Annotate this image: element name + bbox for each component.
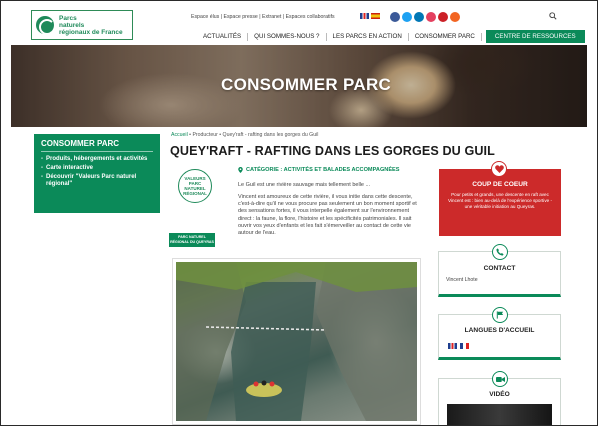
flag-icon [492,307,508,323]
browser-viewport: Parcs naturels régionaux de France Espac… [0,0,598,426]
sidebar-item-label: Produits, hébergements et activités [46,156,148,162]
logo-text: Parcs naturels régionaux de France [59,15,123,36]
breadcrumb-current: Quey'raft - rafting dans les gorges du G… [222,132,319,138]
video-title: VIDÉO [489,391,510,398]
banner-title: CONSOMMER PARC [221,75,392,94]
nav-qui-sommes-nous[interactable]: QUI SOMMES-NOUS ? [248,32,327,41]
video-thumbnail[interactable] [447,404,552,425]
map-pin-icon [238,167,243,173]
nav-consommer-parc[interactable]: CONSOMMER PARC [409,32,482,41]
breadcrumb: Accueil • Producteur • Quey'raft - rafti… [171,132,318,138]
contact-card: CONTACT Vincent Lhote [438,244,561,297]
site-logo[interactable]: Parcs naturels régionaux de France [31,10,133,40]
video-camera-icon [492,371,508,387]
category-line: CATÉGORIE : ACTIVITÉS ET BALADES ACCOMPA… [238,167,400,173]
intro-text: Le Guil est une rivière sauvage mais tel… [238,182,371,188]
badge-line-4: RÉGIONAL [183,191,207,196]
sidebar-item-valeurs[interactable]: - Découvrir "Valeurs Parc naturel région… [41,174,153,188]
rafting-photo [173,259,420,424]
france-flag-icon [460,343,469,349]
contact-name: Vincent Lhote [446,277,478,283]
langues-card: LANGUES D'ACCUEIL [438,307,561,360]
top-links[interactable]: Espace élus | Espace presse | Extranet |… [191,14,335,20]
site-header: Parcs naturels régionaux de France Espac… [1,1,597,45]
description-text: Vincent est amoureux de cette rivière, i… [238,194,417,237]
langues-flags [448,343,560,349]
sidebar-item-label: Découvrir "Valeurs Parc naturel régional… [46,174,137,187]
coup-de-coeur-card: COUP DE COEUR Pour petits et grands, une… [439,161,561,236]
social-links [390,12,460,22]
langues-title: LANGUES D'ACCUEIL [464,327,535,334]
contact-title: CONTACT [483,265,516,272]
sidebar-item-label: Carte interactive [46,165,94,171]
badge-caption: PARC NATUREL RÉGIONAL DU QUEYRAS [169,233,215,247]
logo-line-1: Parcs [59,14,77,22]
nav-actualites[interactable]: ACTUALITÉS [197,32,249,41]
sidebar-title: CONSOMMER PARC [41,139,153,152]
sidebar-item-carte[interactable]: - Carte interactive [41,165,153,172]
breadcrumb-section[interactable]: Producteur [192,132,217,138]
sidebar-item-produits[interactable]: - Produits, hébergements et activités [41,156,153,163]
coup-de-coeur-title: COUP DE COEUR [472,181,528,188]
phone-icon [492,244,508,260]
main-nav: ACTUALITÉS QUI SOMMES-NOUS ? LES PARCS E… [197,30,585,43]
video-card: VIDÉO [438,371,561,425]
coup-de-coeur-text: Pour petits et grands, une descente en r… [448,192,552,209]
heart-icon [491,161,507,177]
logo-mark-icon [36,16,55,35]
nav-centre-de-ressources-button[interactable]: CENTRE DE RESSOURCES [485,30,585,43]
uk-flag-icon[interactable] [360,13,369,19]
valeurs-parc-badge: VALEURS PARC NATUREL RÉGIONAL [174,169,216,225]
page-title: QUEY'RAFT - RAFTING DANS LES GORGES DU G… [170,144,495,158]
instagram-icon[interactable] [426,12,436,22]
breadcrumb-home[interactable]: Accueil [171,132,188,138]
hero-banner: CONSOMMER PARC [11,45,587,127]
logo-line-2: naturels [59,21,85,29]
pinterest-icon[interactable] [438,12,448,22]
sidebar-menu: CONSOMMER PARC - Produits, hébergements … [34,134,160,213]
linkedin-icon[interactable] [414,12,424,22]
nav-parcs-en-action[interactable]: LES PARCS EN ACTION [327,32,409,41]
uk-flag-icon [448,343,457,349]
rafting-photo-illustration [176,262,417,421]
twitter-icon[interactable] [402,12,412,22]
facebook-icon[interactable] [390,12,400,22]
valeurs-parc-logo-icon: VALEURS PARC NATUREL RÉGIONAL [178,169,212,203]
rss-icon[interactable] [450,12,460,22]
logo-line-3: régionaux de France [59,28,123,36]
category-label: CATÉGORIE : ACTIVITÉS ET BALADES ACCOMPA… [246,167,400,173]
language-switcher [360,13,380,19]
search-icon[interactable] [549,12,557,20]
spain-flag-icon[interactable] [371,13,380,19]
